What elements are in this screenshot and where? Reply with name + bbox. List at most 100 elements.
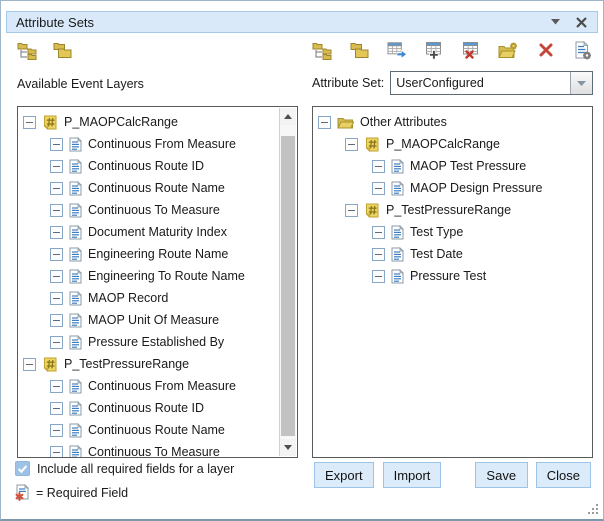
save-button[interactable]: Save <box>475 462 528 488</box>
collapse-minus-icon[interactable] <box>50 270 63 283</box>
tree-item[interactable]: MAOP Unit Of Measure <box>18 309 279 331</box>
tree-item[interactable]: P_TestPressureRange <box>313 199 592 221</box>
tree-item[interactable]: Continuous To Measure <box>18 441 279 457</box>
tree-item-label: MAOP Design Pressure <box>410 181 542 195</box>
collapse-minus-icon[interactable] <box>372 226 385 239</box>
tree-item-label: Pressure Established By <box>88 335 224 349</box>
tree-item[interactable]: MAOP Record <box>18 287 279 309</box>
tree-item[interactable]: Other Attributes <box>313 111 592 133</box>
field-document-icon <box>69 401 82 416</box>
collapse-minus-icon[interactable] <box>50 402 63 415</box>
resize-grip-icon[interactable] <box>587 502 599 514</box>
tree-item[interactable]: Test Type <box>313 221 592 243</box>
table-add-icon[interactable] <box>424 40 444 60</box>
attribute-set-dropdown[interactable]: UserConfigured <box>390 71 593 95</box>
field-document-icon <box>69 313 82 328</box>
tree-item[interactable]: Continuous Route Name <box>18 419 279 441</box>
field-document-icon <box>69 423 82 438</box>
tree-item[interactable]: Document Maturity Index <box>18 221 279 243</box>
collapse-minus-icon[interactable] <box>345 204 358 217</box>
tree-item[interactable]: Pressure Established By <box>18 331 279 353</box>
include-required-fields-checkbox[interactable] <box>15 461 30 476</box>
tree-item-label: MAOP Unit Of Measure <box>88 313 219 327</box>
scrollbar-thumb[interactable] <box>281 136 295 436</box>
close-icon[interactable] <box>574 15 588 29</box>
folders-icon[interactable] <box>349 40 369 60</box>
collapse-minus-icon[interactable] <box>50 138 63 151</box>
collapse-minus-icon[interactable] <box>372 270 385 283</box>
table-arrow-icon[interactable] <box>387 40 407 60</box>
tree-item-label: Continuous Route Name <box>88 181 225 195</box>
collapse-minus-icon[interactable] <box>318 116 331 129</box>
tree-item-label: Continuous To Measure <box>88 203 220 217</box>
caret-down-icon[interactable] <box>548 15 562 29</box>
collapse-minus-icon[interactable] <box>50 380 63 393</box>
dialog-title: Attribute Sets <box>16 15 94 30</box>
tree-item[interactable]: Continuous Route ID <box>18 397 279 419</box>
tree-item[interactable]: Continuous From Measure <box>18 375 279 397</box>
folder-gear-icon[interactable] <box>498 40 518 60</box>
folders-icon[interactable] <box>52 40 72 60</box>
document-gear-icon[interactable] <box>573 40 593 60</box>
scroll-up-icon[interactable] <box>280 108 296 125</box>
collapse-minus-icon[interactable] <box>372 248 385 261</box>
collapse-minus-icon[interactable] <box>345 138 358 151</box>
tree-item[interactable]: P_TestPressureRange <box>18 353 279 375</box>
tree-item[interactable]: P_MAOPCalcRange <box>313 133 592 155</box>
field-document-icon <box>69 225 82 240</box>
field-document-icon <box>69 335 82 350</box>
tree-item[interactable]: Engineering To Route Name <box>18 265 279 287</box>
collapse-minus-icon[interactable] <box>50 182 63 195</box>
tree-item[interactable]: Engineering Route Name <box>18 243 279 265</box>
open-folder-icon <box>337 116 354 129</box>
collapse-minus-icon[interactable] <box>372 182 385 195</box>
attribute-set-tree[interactable]: Other Attributes <box>313 108 592 457</box>
tree-item-label: Continuous To Measure <box>88 445 220 457</box>
table-remove-icon[interactable] <box>461 40 481 60</box>
tree-item[interactable]: Continuous From Measure <box>18 133 279 155</box>
field-document-icon <box>391 181 404 196</box>
tree-item-label: Test Date <box>410 247 463 261</box>
scroll-down-icon[interactable] <box>280 439 296 456</box>
collapse-minus-icon[interactable] <box>50 336 63 349</box>
folder-tree-icon[interactable] <box>17 40 37 60</box>
field-document-icon <box>69 181 82 196</box>
available-layers-tree[interactable]: P_MAOPCalcRange <box>18 108 279 457</box>
tree-item[interactable]: MAOP Design Pressure <box>313 177 592 199</box>
collapse-minus-icon[interactable] <box>23 358 36 371</box>
attribute-set-panel: Other Attributes <box>312 106 593 458</box>
vertical-scrollbar[interactable] <box>279 108 296 456</box>
import-button[interactable]: Import <box>383 462 442 488</box>
collapse-minus-icon[interactable] <box>50 160 63 173</box>
collapse-minus-icon[interactable] <box>50 248 63 261</box>
event-layer-icon <box>364 203 380 218</box>
tree-item[interactable]: Continuous To Measure <box>18 199 279 221</box>
tree-item-label: Engineering To Route Name <box>88 269 245 283</box>
collapse-minus-icon[interactable] <box>50 292 63 305</box>
collapse-minus-icon[interactable] <box>50 446 63 458</box>
tree-item-label: P_MAOPCalcRange <box>386 137 500 151</box>
dropdown-arrow-button[interactable] <box>570 72 592 94</box>
tree-item[interactable]: Test Date <box>313 243 592 265</box>
collapse-minus-icon[interactable] <box>23 116 36 129</box>
collapse-minus-icon[interactable] <box>50 424 63 437</box>
delete-x-icon[interactable] <box>536 40 556 60</box>
collapse-minus-icon[interactable] <box>50 226 63 239</box>
tree-item[interactable]: MAOP Test Pressure <box>313 155 592 177</box>
export-button[interactable]: Export <box>314 462 374 488</box>
collapse-minus-icon[interactable] <box>50 314 63 327</box>
event-layer-icon <box>42 357 58 372</box>
tree-item-label: MAOP Test Pressure <box>410 159 526 173</box>
collapse-minus-icon[interactable] <box>50 204 63 217</box>
tree-item[interactable]: P_MAOPCalcRange <box>18 111 279 133</box>
field-document-icon <box>69 291 82 306</box>
collapse-minus-icon[interactable] <box>372 160 385 173</box>
tree-item-label: Engineering Route Name <box>88 247 228 261</box>
dialog-titlebar[interactable]: Attribute Sets <box>6 11 598 33</box>
tree-item[interactable]: Pressure Test <box>313 265 592 287</box>
tree-item-label: Test Type <box>410 225 463 239</box>
tree-item[interactable]: Continuous Route ID <box>18 155 279 177</box>
folder-tree-icon[interactable] <box>312 40 332 60</box>
tree-item[interactable]: Continuous Route Name <box>18 177 279 199</box>
close-button[interactable]: Close <box>536 462 591 488</box>
